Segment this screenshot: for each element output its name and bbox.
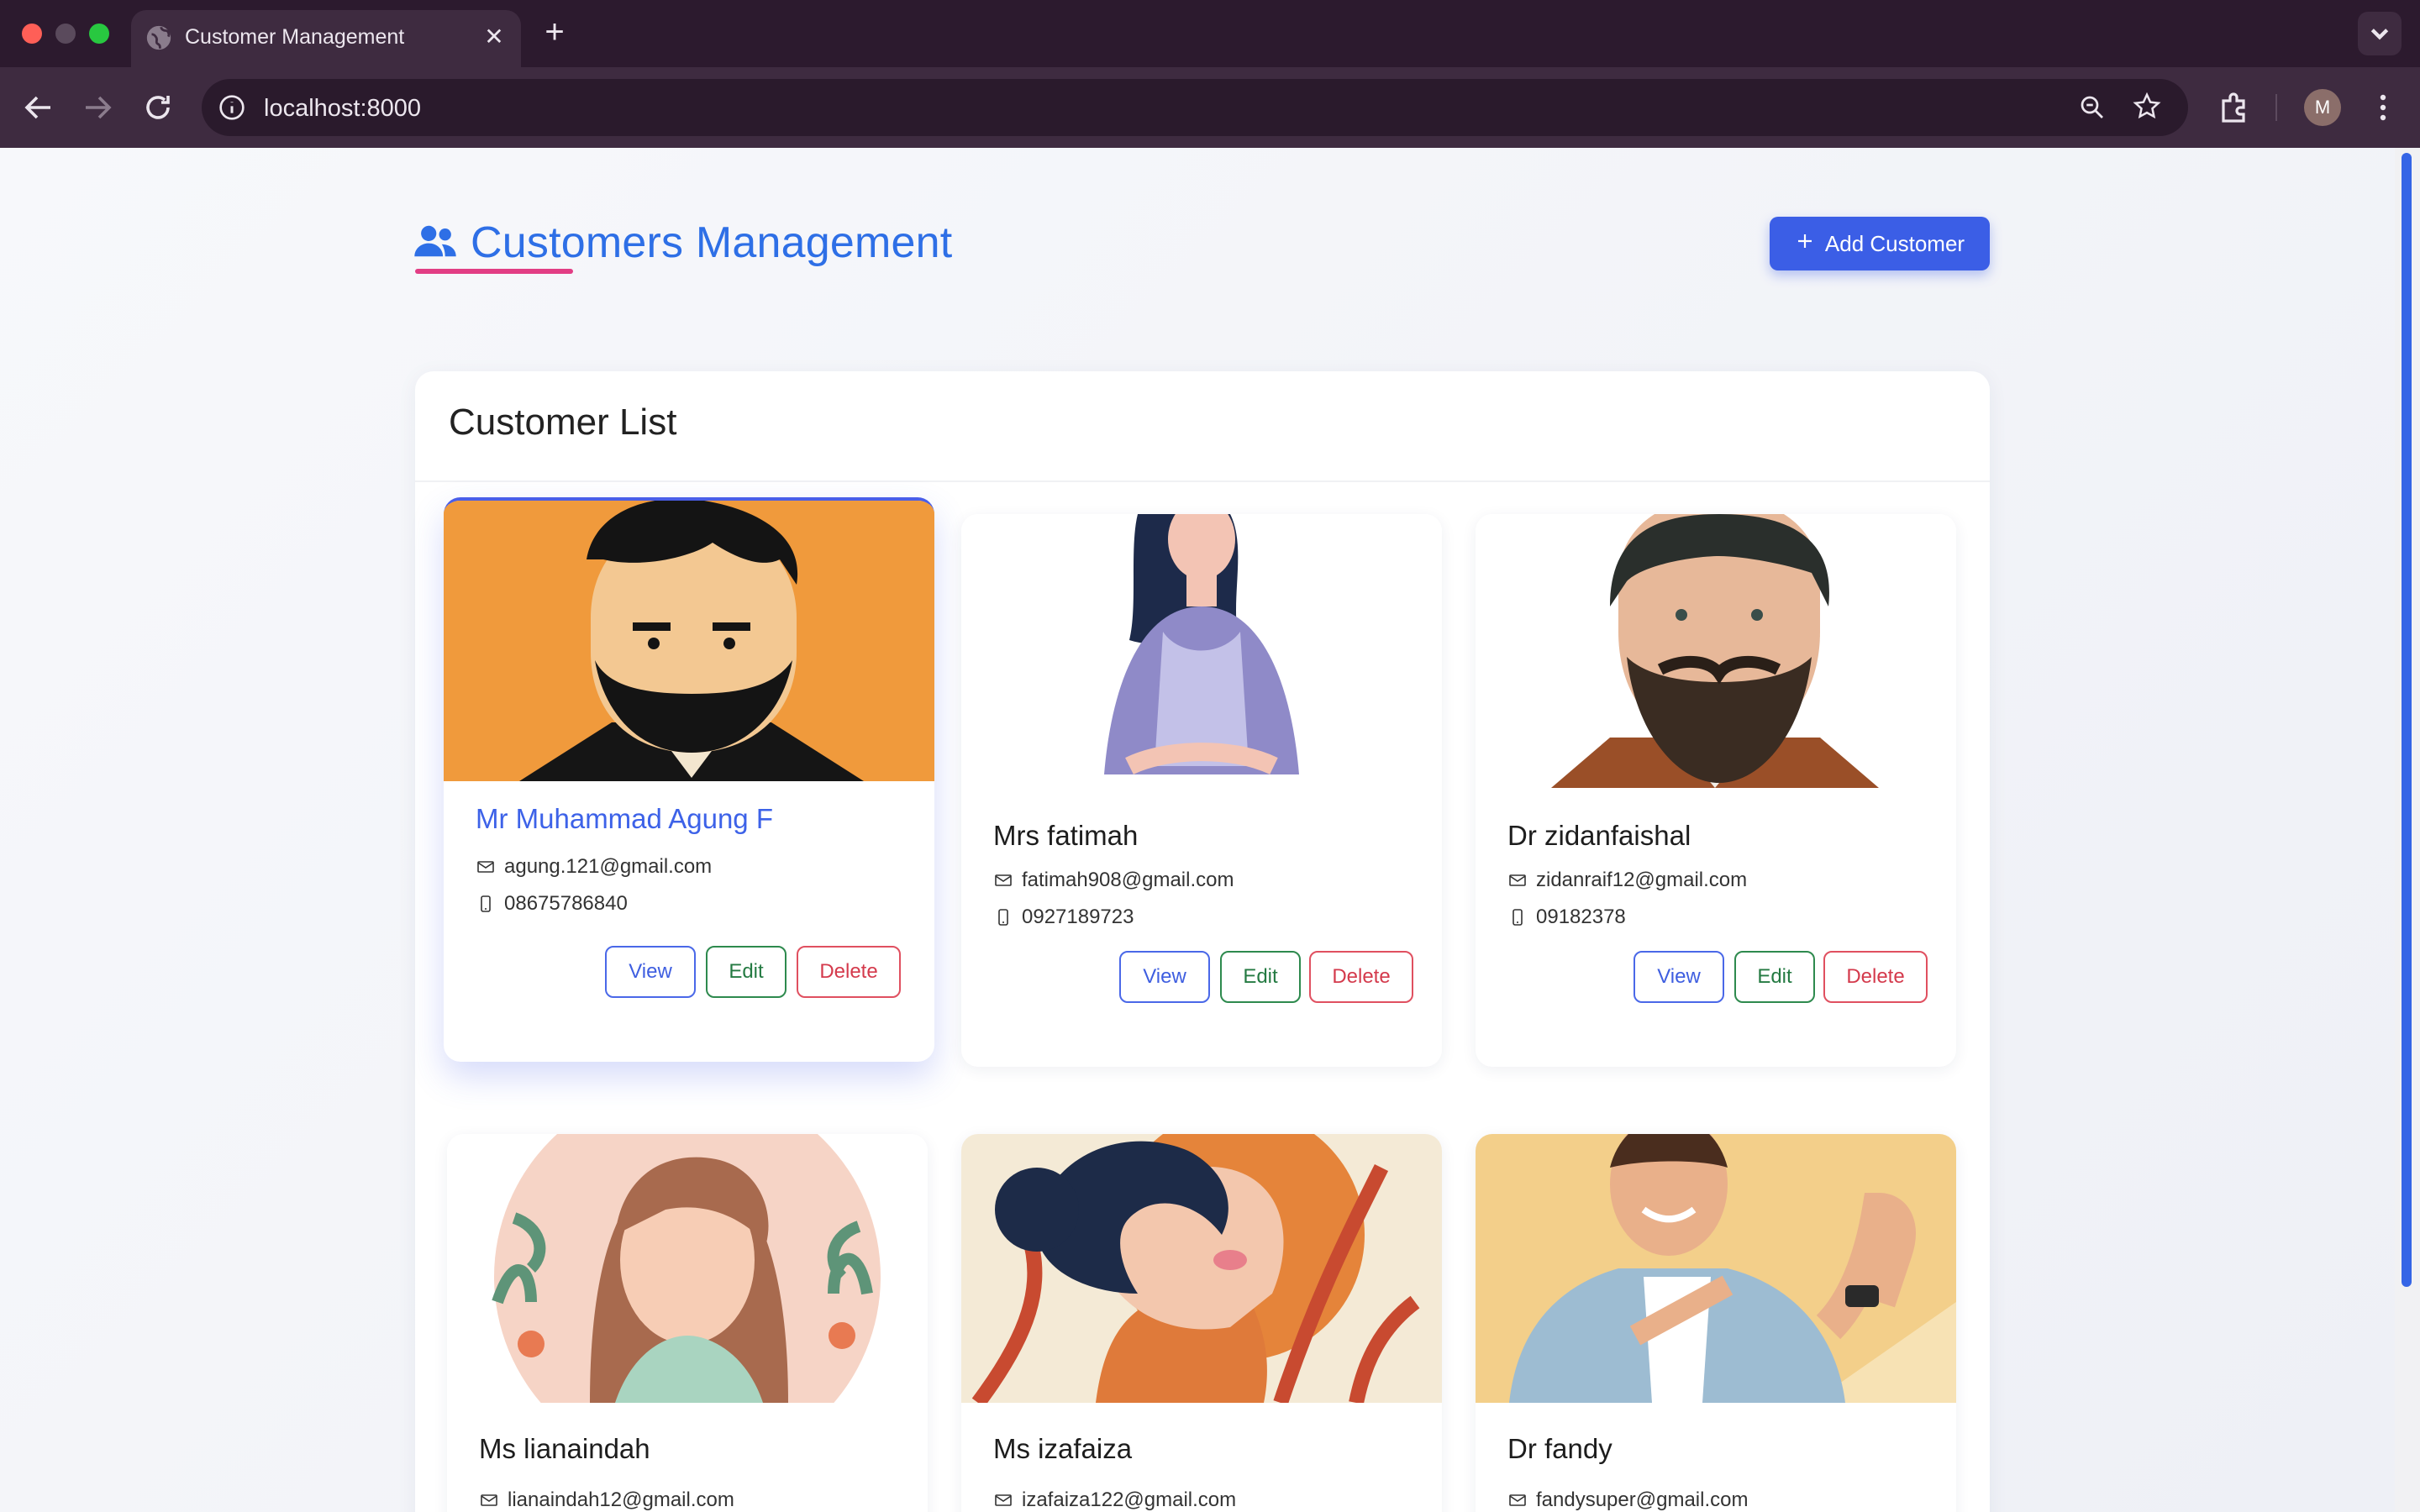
list-divider: [415, 480, 1990, 482]
edit-button[interactable]: Edit: [1220, 951, 1301, 1003]
page-content: Customers Management Add Customer Custom…: [0, 148, 2420, 1512]
envelope-icon: [995, 874, 1012, 886]
window-close-button[interactable]: [22, 24, 42, 44]
window-maximize-button[interactable]: [89, 24, 109, 44]
customer-card[interactable]: Mr Muhammad Agung F agung.121@gmail.com …: [444, 497, 934, 1062]
forward-icon[interactable]: [77, 87, 118, 128]
customer-list-card: Customer List Mr Muhammad Agung F agung.…: [415, 371, 1990, 1512]
customer-email: lianaindah12@gmail.com: [479, 1488, 734, 1512]
envelope-icon: [481, 1494, 497, 1506]
customer-photo: [961, 514, 1442, 788]
window-minimize-button[interactable]: [55, 24, 76, 44]
customer-email: agung.121@gmail.com: [476, 855, 712, 879]
users-icon: [413, 223, 457, 263]
customer-email: zidanraif12@gmail.com: [1507, 869, 1747, 892]
info-icon[interactable]: [215, 91, 249, 124]
plus-icon: [1795, 231, 1815, 257]
close-icon[interactable]: ✕: [479, 22, 509, 52]
extensions-icon[interactable]: [2213, 87, 2254, 128]
email-text: lianaindah12@gmail.com: [508, 1488, 734, 1511]
customer-name[interactable]: Mr Muhammad Agung F: [476, 803, 773, 835]
edit-button[interactable]: Edit: [1734, 951, 1815, 1003]
email-text: agung.121@gmail.com: [504, 855, 713, 878]
customer-card[interactable]: Ms lianaindah lianaindah12@gmail.com: [447, 1134, 928, 1512]
address-bar[interactable]: localhost:8000: [202, 79, 2188, 136]
envelope-icon: [477, 861, 494, 873]
customer-photo: [1476, 1134, 1956, 1403]
edit-button[interactable]: Edit: [706, 946, 786, 998]
url-text[interactable]: localhost:8000: [264, 95, 421, 123]
customer-photo: [447, 1134, 928, 1403]
customer-card[interactable]: Dr fandy fandysuper@gmail.com: [1476, 1134, 1956, 1512]
customer-email: izafaiza122@gmail.com: [993, 1488, 1236, 1512]
customer-name[interactable]: Ms izafaiza: [993, 1433, 1132, 1465]
menu-icon[interactable]: [2363, 87, 2403, 128]
page-title: Customers Management: [413, 213, 952, 272]
customer-name[interactable]: Dr fandy: [1507, 1433, 1612, 1465]
plus-icon[interactable]: +: [538, 15, 571, 49]
avatar[interactable]: M: [2304, 89, 2341, 126]
zoom-icon[interactable]: [2077, 92, 2107, 127]
customer-photo: [1476, 514, 1956, 788]
phone-icon: [998, 909, 1008, 926]
reload-icon[interactable]: [138, 87, 178, 128]
view-button[interactable]: View: [1119, 951, 1210, 1003]
envelope-icon: [995, 1494, 1012, 1506]
tab-title: Customer Management: [185, 25, 405, 49]
customer-name[interactable]: Mrs fatimah: [993, 820, 1138, 852]
delete-button[interactable]: Delete: [797, 946, 901, 998]
email-text: fatimah908@gmail.com: [1022, 869, 1234, 891]
toolbar-divider: [2275, 94, 2277, 121]
envelope-icon: [1509, 1494, 1526, 1506]
list-title: Customer List: [449, 402, 677, 443]
browser-toolbar: localhost:8000 M: [0, 67, 2420, 148]
title-underline: [415, 269, 573, 274]
customer-photo: [444, 501, 934, 781]
phone-text: 09182378: [1536, 906, 1626, 928]
back-icon[interactable]: [18, 87, 59, 128]
customer-card[interactable]: Ms izafaiza izafaiza122@gmail.com: [961, 1134, 1442, 1512]
phone-text: 08675786840: [504, 892, 628, 915]
customer-name[interactable]: Dr zidanfaishal: [1507, 820, 1691, 852]
envelope-icon: [1509, 874, 1526, 886]
customer-photo: [961, 1134, 1442, 1403]
customer-name[interactable]: Ms lianaindah: [479, 1433, 650, 1465]
customer-phone: 0927189723: [993, 906, 1134, 929]
star-icon[interactable]: [2131, 91, 2163, 127]
view-button[interactable]: View: [1634, 951, 1724, 1003]
customer-card[interactable]: Mrs fatimah fatimah908@gmail.com 0927189…: [961, 514, 1442, 1067]
page-title-text: Customers Management: [471, 218, 953, 267]
customer-phone: 09182378: [1507, 906, 1626, 929]
customer-phone: 08675786840: [476, 892, 628, 916]
phone-text: 0927189723: [1022, 906, 1134, 928]
customer-email: fandysuper@gmail.com: [1507, 1488, 1748, 1512]
tab-search-button[interactable]: [2358, 12, 2402, 55]
view-button[interactable]: View: [605, 946, 696, 998]
customer-card[interactable]: Dr zidanfaishal zidanraif12@gmail.com 09…: [1476, 514, 1956, 1067]
phone-icon: [481, 895, 491, 912]
delete-button[interactable]: Delete: [1823, 951, 1928, 1003]
chevron-down-icon: [2370, 29, 2389, 40]
browser-tab[interactable]: Customer Management ✕: [131, 10, 521, 67]
add-customer-button[interactable]: Add Customer: [1770, 217, 1990, 270]
phone-icon: [1512, 909, 1523, 926]
globe-icon: [145, 24, 173, 52]
customer-email: fatimah908@gmail.com: [993, 869, 1234, 892]
email-text: izafaiza122@gmail.com: [1022, 1488, 1237, 1511]
page-scrollbar[interactable]: [2395, 148, 2420, 1512]
scrollbar-thumb[interactable]: [2402, 153, 2412, 1287]
email-text: fandysuper@gmail.com: [1536, 1488, 1749, 1511]
add-customer-label: Add Customer: [1824, 230, 1965, 256]
email-text: zidanraif12@gmail.com: [1536, 869, 1748, 891]
delete-button[interactable]: Delete: [1309, 951, 1413, 1003]
browser-tab-bar: Customer Management ✕ +: [0, 0, 2420, 67]
